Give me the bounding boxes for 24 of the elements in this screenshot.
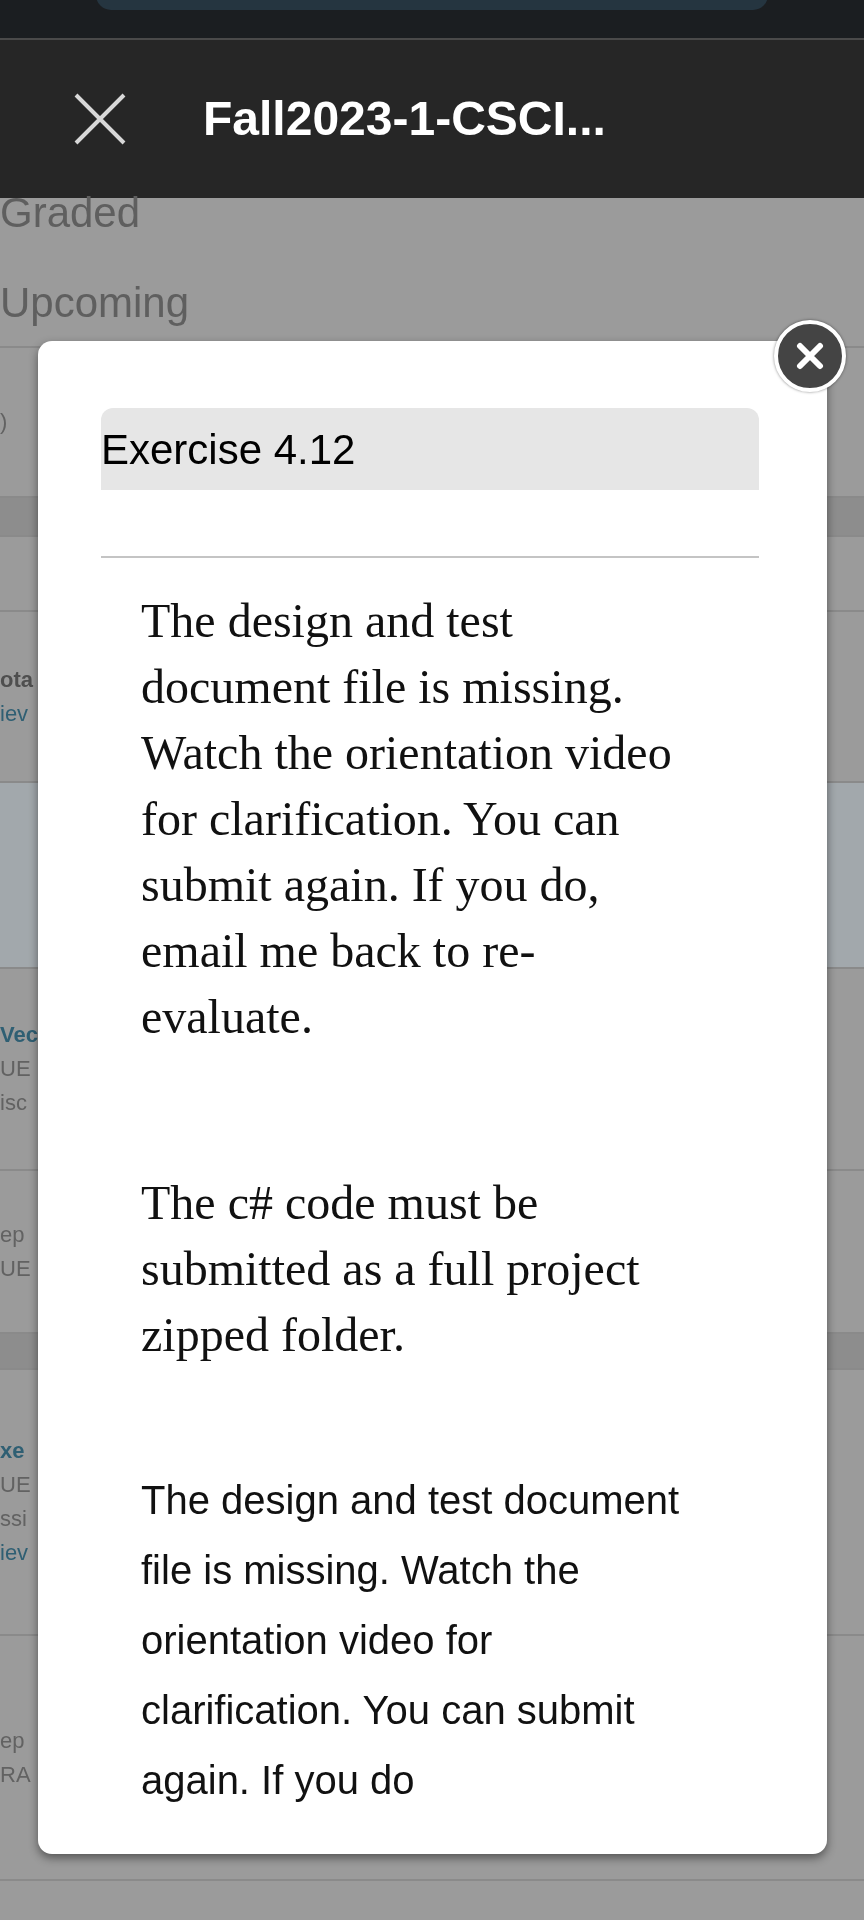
tab-label[interactable]: Graded [0,192,141,234]
close-icon [796,342,824,370]
close-button[interactable] [774,320,846,392]
list-text: ep [0,1727,25,1754]
tab-label[interactable]: Upcoming [0,282,190,324]
list-text: isc [0,1090,27,1116]
page-title: Fall2023-1-CSCI... [203,91,606,147]
list-text: xe [0,1438,25,1464]
list-text: Vec [0,1022,38,1048]
list-text: iev [0,700,29,727]
feedback-paragraph: The design and test document file is missing. Watch the orientation video for clarification. You can submit again. If you do, email me back to re-evaluate. [141,593,673,1045]
list-text: RA [0,1761,31,1788]
feedback-paragraph: The c# code must be submitted as a full project zipped folder. [141,1175,641,1363]
list-text: ssi [0,1506,27,1532]
list-text: ota [0,666,33,693]
list-text: UE [0,1255,31,1282]
list-text: ) [0,409,8,435]
close-icon[interactable] [74,93,126,145]
dialog-title: Exercise 4.12 [101,424,356,475]
feedback-text: The design and test document file is missing. Watch the orientation video for clarification. You can submit again. If you do [141,1477,681,1804]
list-text: iev [0,1540,29,1566]
list-text: UE [0,1472,31,1498]
list-text: UE [0,1056,31,1082]
list-text: ep [0,1221,25,1248]
